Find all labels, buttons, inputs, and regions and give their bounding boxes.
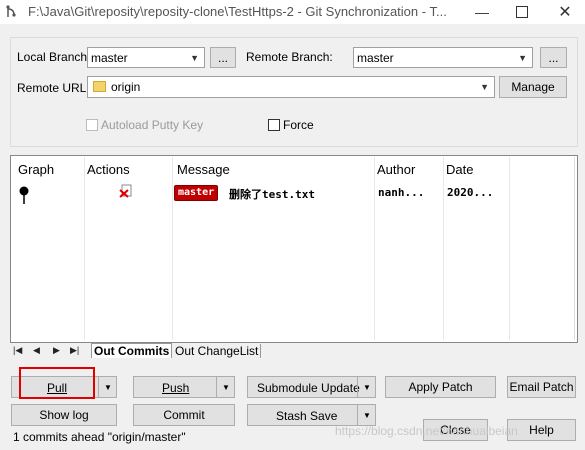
submodule-update-split-button[interactable]: Submodule Update ▼	[247, 376, 376, 398]
force-label: Force	[283, 118, 314, 132]
manage-button[interactable]: Manage	[499, 76, 567, 98]
stash-save-split-button[interactable]: Stash Save ▼	[247, 404, 376, 426]
remote-branch-label: Remote Branch:	[246, 50, 333, 64]
close-window-button[interactable]: ✕	[545, 0, 585, 24]
remote-url-value: origin	[111, 80, 141, 94]
tab-nav-next-icon[interactable]: ▶	[53, 345, 60, 356]
grid-inner: Graph Actions Message Author Date master…	[14, 157, 575, 340]
email-patch-button[interactable]: Email Patch	[507, 376, 576, 398]
apply-patch-label: Apply Patch	[408, 380, 473, 394]
maximize-icon	[516, 6, 528, 18]
email-patch-label: Email Patch	[509, 380, 574, 394]
commit-message: 删除了test.txt	[229, 188, 315, 201]
push-label[interactable]: Push	[162, 381, 189, 395]
remote-url-label: Remote URL:	[17, 81, 90, 95]
local-branch-label: Local Branch:	[17, 50, 91, 64]
branch-tag-master: master	[174, 185, 219, 201]
column-header-message[interactable]: Message	[177, 162, 230, 177]
table-row[interactable]: master 删除了test.txt nanh... 2020...	[14, 181, 574, 204]
manage-label: Manage	[511, 80, 555, 94]
remote-branch-browse-button[interactable]: ...	[540, 47, 567, 68]
autoload-putty-key-checkbox[interactable]	[86, 119, 98, 131]
column-header-author[interactable]: Author	[377, 162, 415, 177]
chevron-down-icon: ▼	[480, 82, 489, 92]
push-split-button[interactable]: Push ▼	[133, 376, 235, 398]
stash-dropdown-arrow-icon[interactable]: ▼	[357, 405, 376, 425]
chevron-down-icon: ▼	[190, 53, 199, 63]
window-title: F:\Java\Git\reposity\reposity-clone\Test…	[28, 4, 447, 19]
minimize-button[interactable]: —	[462, 0, 502, 24]
out-commits-grid[interactable]: Graph Actions Message Author Date master…	[10, 155, 578, 343]
title-bar: F:\Java\Git\reposity\reposity-clone\Test…	[0, 0, 585, 24]
local-branch-value: master	[91, 51, 128, 65]
tab-out-commits[interactable]: Out Commits	[91, 343, 173, 358]
chevron-down-icon: ▼	[518, 53, 527, 63]
close-icon: ✕	[558, 4, 572, 21]
column-header-date[interactable]: Date	[446, 162, 473, 177]
commit-label: Commit	[163, 408, 205, 422]
tab-nav-last-icon[interactable]: ▶|	[70, 345, 79, 356]
help-label: Help	[529, 423, 554, 437]
remote-branch-combo[interactable]: master ▼	[353, 47, 533, 68]
show-log-button[interactable]: Show log	[11, 404, 117, 426]
commit-date: 2020...	[447, 186, 494, 199]
remote-branch-value: master	[357, 51, 394, 65]
commit-button[interactable]: Commit	[133, 404, 235, 426]
column-header-graph[interactable]: Graph	[18, 162, 54, 177]
autoload-putty-key-label: Autoload Putty Key	[101, 118, 204, 132]
tab-out-changelist[interactable]: Out ChangeList	[173, 344, 262, 358]
submodule-update-label[interactable]: Submodule Update	[257, 381, 360, 395]
push-dropdown-arrow-icon[interactable]: ▼	[216, 377, 235, 397]
watermark-text: https://blog.csdn.net/nanhuaibeian	[335, 424, 518, 438]
delete-action-icon	[119, 184, 132, 198]
pull-dropdown-arrow-icon[interactable]: ▼	[98, 377, 117, 397]
local-branch-browse-button[interactable]: ...	[210, 47, 236, 68]
folder-icon	[93, 81, 106, 92]
git-app-icon	[6, 5, 16, 17]
minimize-icon: —	[475, 4, 489, 20]
local-branch-combo[interactable]: master ▼	[87, 47, 205, 68]
tab-nav-prev-icon[interactable]: ◀	[33, 345, 40, 356]
stash-save-label[interactable]: Stash Save	[276, 409, 337, 423]
commit-author: nanh...	[378, 186, 425, 199]
submodule-dropdown-arrow-icon[interactable]: ▼	[357, 377, 376, 397]
browse-label: ...	[548, 50, 559, 65]
pull-highlight-box	[19, 367, 95, 399]
force-checkbox[interactable]	[268, 119, 280, 131]
remote-url-combo[interactable]: origin ▼	[87, 76, 495, 98]
apply-patch-button[interactable]: Apply Patch	[385, 376, 496, 398]
commit-graph-node-icon	[19, 186, 29, 204]
tab-nav-first-icon[interactable]: |◀	[13, 345, 22, 356]
column-header-actions[interactable]: Actions	[87, 162, 130, 177]
maximize-button[interactable]	[502, 0, 542, 24]
show-log-label: Show log	[39, 408, 89, 422]
tab-strip: |◀ ◀ ▶ ▶| Out Commits Out ChangeList	[13, 343, 581, 360]
status-text: 1 commits ahead "origin/master"	[13, 430, 186, 444]
browse-label: ...	[217, 50, 228, 65]
